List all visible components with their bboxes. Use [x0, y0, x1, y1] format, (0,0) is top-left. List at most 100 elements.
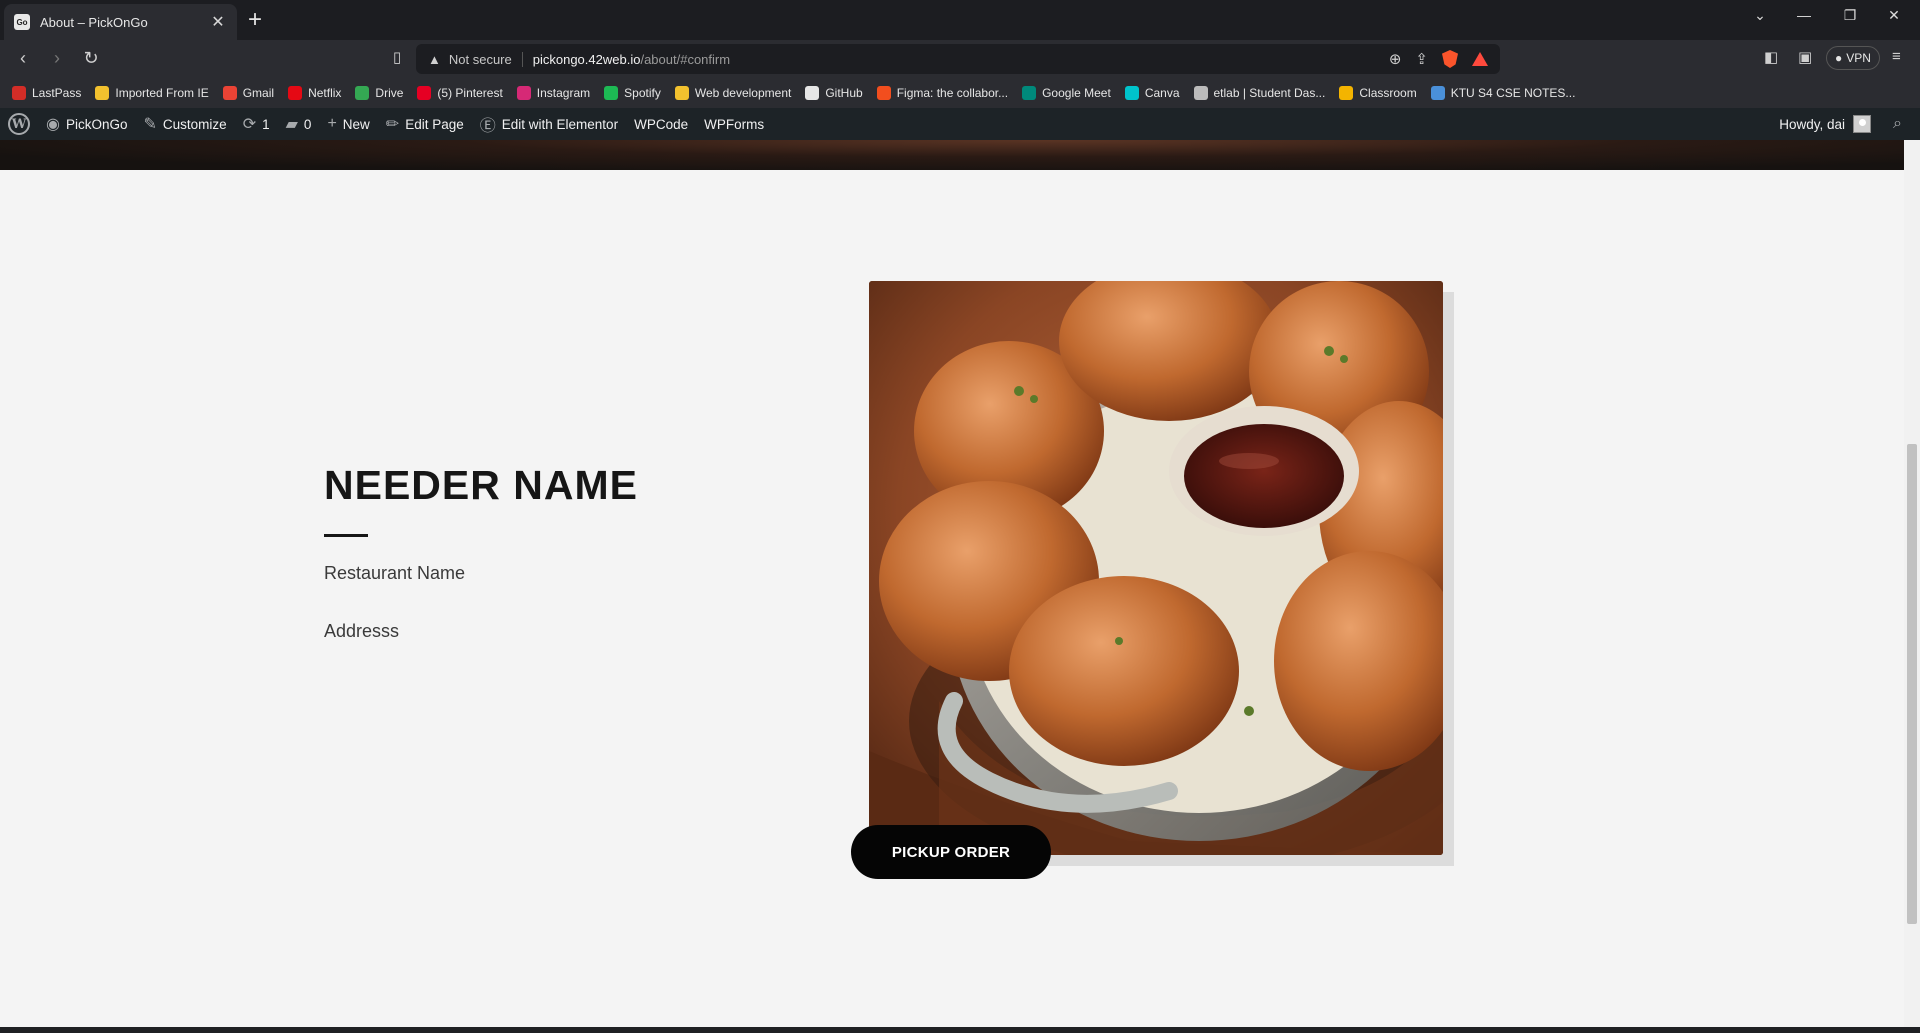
bookmark-favicon-icon [674, 86, 689, 100]
edit-elementor-label: Edit with Elementor [501, 116, 619, 132]
bookmark-icon[interactable]: ▯ [386, 48, 408, 66]
bookmark-item[interactable]: Figma: the collabor... [876, 86, 1009, 100]
bookmark-item[interactable]: etlab | Student Das... [1193, 86, 1326, 100]
bookmark-favicon-icon [1430, 86, 1445, 100]
wpforms-link[interactable]: WPForms [704, 117, 764, 132]
tab-close-icon[interactable]: ✕ [209, 12, 227, 32]
vpn-button[interactable]: ● VPN [1826, 46, 1880, 70]
wpcode-link[interactable]: WPCode [634, 117, 688, 132]
edit-elementor-link[interactable]: Ⓔ Edit with Elementor [480, 112, 618, 136]
tab-title: About – PickOnGo [40, 14, 148, 30]
bookmark-item[interactable]: Spotify [604, 86, 661, 100]
bookmark-favicon-icon [417, 86, 432, 100]
needer-name-heading: NEEDER NAME [324, 462, 638, 508]
bookmark-item[interactable]: Instagram [516, 86, 590, 100]
pickup-order-button[interactable]: PICKUP ORDER [851, 825, 1051, 879]
share-icon[interactable]: ⇪ [1415, 50, 1428, 68]
bookmark-item[interactable]: Drive [355, 86, 403, 100]
site-favicon: Go [14, 14, 30, 30]
bookmark-favicon-icon [1193, 86, 1208, 100]
brush-icon: ✎ [143, 116, 157, 133]
security-label[interactable]: Not secure [449, 51, 523, 67]
browser-tab[interactable]: Go About – PickOnGo ✕ [4, 4, 237, 40]
bookmark-label: Canva [1144, 86, 1180, 100]
tab-strip: Go About – PickOnGo ✕ + ⌄ — ❐ ✕ [0, 0, 1920, 40]
customize-link[interactable]: ✎ Customize [144, 114, 227, 134]
wallet-icon[interactable]: ▣ [1798, 48, 1812, 66]
edit-page-label: Edit Page [405, 116, 464, 132]
bookmark-label: Netflix [308, 86, 342, 100]
bookmark-favicon-icon [222, 86, 237, 100]
new-content-link[interactable]: + New [327, 115, 369, 133]
bookmark-item[interactable]: Netflix [288, 86, 341, 100]
bookmark-item[interactable]: Web development [674, 86, 792, 100]
dashboard-icon: ◉ [46, 116, 60, 133]
bookmark-item[interactable]: (5) Pinterest [417, 86, 503, 100]
tab-search-icon[interactable]: ⌄ [1738, 0, 1782, 30]
bookmark-item[interactable]: Classroom [1339, 86, 1417, 100]
scrollbar-thumb[interactable] [1907, 444, 1917, 924]
comments-count: 0 [303, 116, 312, 132]
food-photo [869, 281, 1443, 855]
page-scrollbar[interactable] [1904, 140, 1920, 1027]
bookmark-label: GitHub [825, 86, 863, 100]
bookmark-favicon-icon [1124, 86, 1139, 100]
bookmark-label: etlab | Student Das... [1213, 86, 1326, 100]
vpn-dot-icon: ● [1835, 51, 1843, 65]
bookmark-favicon-icon [1339, 86, 1354, 100]
updates-link[interactable]: ⟳ 1 [243, 114, 270, 134]
new-tab-icon[interactable]: + [248, 6, 262, 34]
bookmark-item[interactable]: LastPass [12, 86, 81, 100]
bookmark-label: Google Meet [1042, 86, 1111, 100]
customize-label: Customize [162, 116, 227, 132]
menu-icon[interactable]: ≡ [1892, 48, 1901, 65]
bookmark-label: (5) Pinterest [437, 86, 503, 100]
back-icon[interactable]: ‹ [12, 48, 34, 69]
bookmark-favicon-icon [95, 86, 110, 100]
bookmark-label: Web development [694, 86, 792, 100]
bookmark-item[interactable]: Imported From IE [95, 86, 209, 100]
comments-link[interactable]: ▰ 0 [286, 114, 312, 134]
bookmark-favicon-icon [1022, 86, 1037, 100]
updates-count: 1 [262, 116, 270, 132]
fried-chicken-illustration [869, 281, 1443, 855]
brave-rewards-icon[interactable] [1472, 52, 1488, 66]
site-name-label: PickOnGo [65, 116, 128, 132]
reload-icon[interactable]: ↻ [80, 48, 102, 69]
address-bar[interactable]: ▲ Not secure pickongo.42web.io /about/#c… [416, 44, 1500, 74]
restaurant-name-text: Restaurant Name [324, 563, 466, 583]
bookmark-label: Figma: the collabor... [896, 86, 1009, 100]
bookmark-label: Drive [375, 86, 404, 100]
brave-shields-icon[interactable] [1442, 50, 1458, 68]
edit-page-link[interactable]: ✏ Edit Page [386, 114, 464, 134]
new-label: New [342, 116, 370, 132]
avatar[interactable] [1853, 115, 1872, 133]
heading-divider [324, 534, 368, 537]
bookmark-item[interactable]: Gmail [222, 86, 274, 100]
site-name-link[interactable]: ◉ PickOnGo [46, 114, 128, 134]
bookmark-item[interactable]: Canva [1124, 86, 1180, 100]
bookmark-item[interactable]: GitHub [805, 86, 863, 100]
window-close-icon[interactable]: ✕ [1872, 0, 1916, 30]
url-host: pickongo.42web.io [532, 51, 641, 67]
hero-image-edge [0, 140, 1904, 170]
zoom-icon[interactable]: ⊕ [1389, 50, 1402, 68]
bookmark-favicon-icon [355, 86, 370, 100]
minimize-icon[interactable]: — [1782, 0, 1826, 30]
restore-icon[interactable]: ❐ [1828, 0, 1872, 30]
elementor-icon: Ⓔ [479, 118, 496, 135]
wp-logo-menu[interactable]: W [8, 113, 30, 135]
bookmark-item[interactable]: KTU S4 CSE NOTES... [1430, 86, 1575, 100]
sidebar-icon[interactable]: ◧ [1764, 48, 1778, 66]
address-text: Addresss [324, 621, 400, 641]
bookmark-item[interactable]: Google Meet [1022, 86, 1111, 100]
toolbar: ‹ › ↻ ▯ ▲ Not secure pickongo.42web.io /… [0, 40, 1920, 78]
plus-icon: + [327, 115, 337, 132]
howdy-label[interactable]: Howdy, dai [1779, 117, 1845, 132]
forward-icon[interactable]: › [46, 48, 68, 69]
window-bottom-edge [0, 1027, 1920, 1033]
bookmark-favicon-icon [12, 86, 26, 100]
wpforms-label: WPForms [704, 116, 765, 132]
search-icon[interactable]: ⌕ [1893, 115, 1902, 133]
wordpress-icon: W [8, 113, 30, 135]
